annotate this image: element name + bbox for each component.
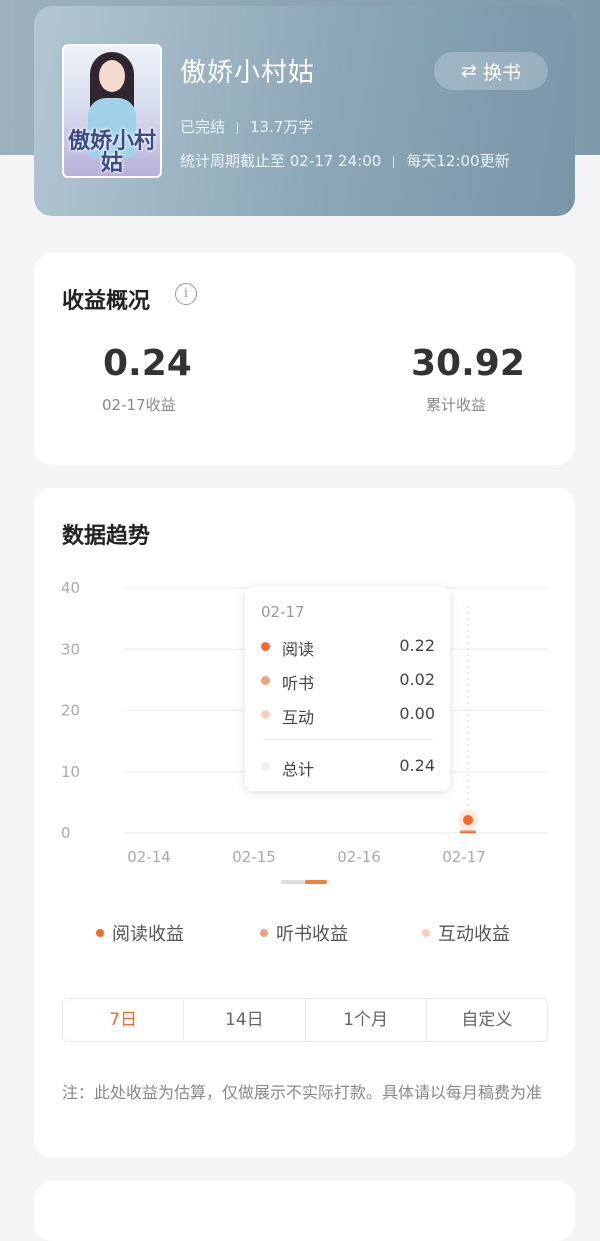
legend-dot-listening [260,929,268,937]
tooltip-row-total: 总计 0.24 [261,756,435,779]
cover-art-face [99,60,125,92]
scroll-thumb[interactable] [305,880,327,884]
tooltip-row-value: 0.22 [399,636,435,655]
tab-1-month[interactable]: 1个月 [306,999,427,1041]
tooltip-total-value: 0.24 [399,756,435,775]
book-meta: 已完结 13.7万字 [180,116,313,137]
highlight-point [463,815,473,825]
legend-interaction[interactable]: 互动收益 [422,920,510,946]
y-tick-label: 20 [61,702,80,720]
daily-earnings-label: 02-17收益 [102,396,176,414]
legend-dot-interaction [422,929,430,937]
switch-book-label: 换书 [482,61,521,84]
next-card [34,1181,575,1241]
tooltip-row-listening: 听书 0.02 [261,670,435,693]
chart-tooltip: 02-17 阅读 0.22 听书 0.02 互动 0.00 总计 0.24 [245,587,450,791]
cover-title: 傲娇小村姑 [67,128,156,176]
legend-label: 听书收益 [276,924,348,945]
stats-period-text: 统计周期截止至 02-17 24:00 [180,152,382,170]
book-info-card: 傲娇小村姑 傲娇小村姑 已完结 13.7万字 统计周期截止至 02-17 24:0… [34,6,575,216]
total-dot [261,762,270,771]
trend-title: 数据趋势 [62,524,151,549]
update-note: 每天12:00更新 [406,152,510,170]
legend-label: 阅读收益 [112,924,184,945]
listening-dot [261,676,270,685]
book-title: 傲娇小村姑 [180,58,316,88]
x-tick-label: 02-14 [127,848,171,866]
info-icon[interactable]: i [175,283,197,305]
range-tabs: 7日 14日 1个月 自定义 [62,998,548,1042]
x-tick-label: 02-16 [337,848,381,866]
tooltip-row-value: 0.00 [399,704,435,723]
book-status: 已完结 [180,118,226,136]
book-word-count: 13.7万字 [250,118,314,136]
divider [393,155,395,168]
chart-scroll-indicator[interactable] [281,880,327,884]
book-stats-period: 统计周期截止至 02-17 24:00 每天12:00更新 [180,150,510,171]
y-tick-label: 10 [61,763,80,781]
x-tick-label: 02-15 [232,848,276,866]
earnings-note: 注：此处收益为估算，仅做展示不实际打款。具体请以每月稿费为准 [62,1083,543,1102]
interaction-dot [261,710,270,719]
tab-7-days[interactable]: 7日 [63,999,185,1041]
earnings-title: 收益概况 [62,289,151,314]
switch-book-button[interactable]: ⇄ 换书 [434,52,548,90]
tooltip-row-reading: 阅读 0.22 [261,636,435,659]
book-cover[interactable]: 傲娇小村姑 [62,44,162,178]
legend-listening[interactable]: 听书收益 [260,920,348,946]
legend-label: 互动收益 [438,924,510,945]
y-tick-label: 0 [61,824,71,842]
bar-听书 [460,830,476,832]
earnings-overview-card: 收益概况 i 0.24 02-17收益 30.92 累计收益 [34,253,575,465]
tooltip-total-name: 总计 [282,760,315,779]
tooltip-row-name: 听书 [282,674,315,693]
bar-阅读 [460,831,476,833]
tab-custom[interactable]: 自定义 [427,999,547,1041]
tooltip-row-name: 互动 [282,708,315,727]
tooltip-date: 02-17 [261,603,305,621]
daily-earnings-value: 0.24 [103,343,192,384]
total-earnings-label: 累计收益 [426,396,487,414]
tooltip-row-value: 0.02 [399,670,435,689]
y-tick-label: 40 [61,579,80,597]
tooltip-divider [261,739,435,740]
tooltip-row-interaction: 互动 0.00 [261,704,435,727]
y-tick-label: 30 [61,640,80,658]
tab-14-days[interactable]: 14日 [184,999,306,1041]
divider [237,121,239,134]
reading-dot [261,642,270,651]
x-tick-label: 02-17 [442,848,486,866]
swap-arrows-icon: ⇄ [461,60,477,82]
legend-dot-reading [96,929,104,937]
tooltip-row-name: 阅读 [282,640,315,659]
legend-reading[interactable]: 阅读收益 [96,920,184,946]
total-earnings-value: 30.92 [411,343,525,384]
data-trend-card: 数据趋势 0 10 20 30 40 02-14 02-15 02-16 02-17 02-17… [34,488,575,1158]
